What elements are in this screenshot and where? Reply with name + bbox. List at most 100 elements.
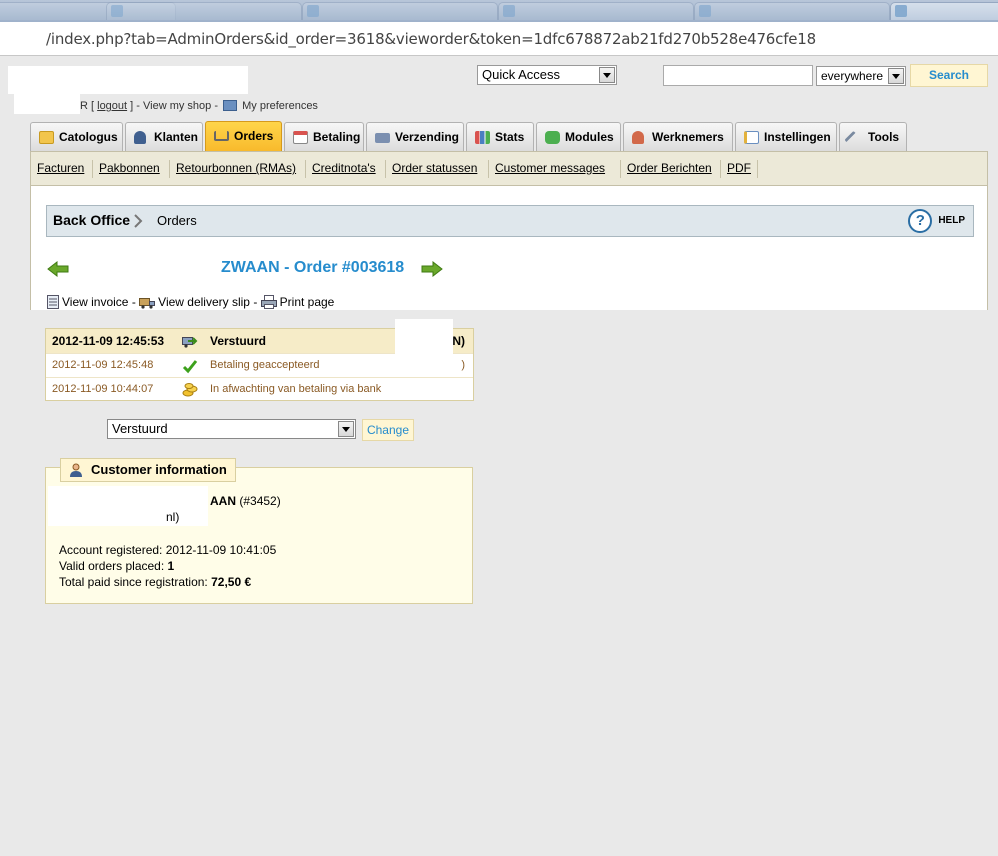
history-employee: N) <box>452 334 465 348</box>
subtab-retourbonnen[interactable]: Retourbonnen (RMAs) <box>176 161 296 175</box>
puzzle-icon <box>545 131 560 144</box>
address-bar[interactable]: /index.php?tab=AdminOrders&id_order=3618… <box>0 22 998 56</box>
history-state: In afwachting van betaling via bank <box>210 383 382 395</box>
customer-information-box: Customer information AAN (#3452) nl) Acc… <box>45 458 473 604</box>
subtab-order-statussen[interactable]: Order statussen <box>392 161 477 175</box>
change-status-button[interactable]: Change <box>362 419 414 441</box>
order-status-select[interactable]: Verstuurd <box>107 419 356 439</box>
check-icon <box>182 360 198 374</box>
browser-tab[interactable] <box>694 2 890 20</box>
tab-klanten[interactable]: Klanten <box>125 122 203 151</box>
browser-tab[interactable] <box>302 2 498 20</box>
user-name-tail: R <box>80 100 88 112</box>
tab-label: Stats <box>495 130 525 144</box>
subtab-order-berichten[interactable]: Order Berichten <box>627 161 712 175</box>
truck-icon <box>182 337 198 348</box>
customer-email: nl) <box>166 510 180 524</box>
admin-page: R [ logout ] - View my shop - My prefere… <box>0 57 998 856</box>
tab-label: Catologus <box>59 130 118 144</box>
divider <box>488 160 489 178</box>
help-label: HELP <box>938 215 965 226</box>
help-icon: ? <box>908 209 933 233</box>
preferences-link[interactable]: My preferences <box>242 100 318 112</box>
help-button[interactable]: ? HELP <box>908 209 965 233</box>
tab-label: Tools <box>868 130 900 144</box>
favicon-icon <box>111 5 123 17</box>
next-order-arrow-icon[interactable] <box>421 261 443 277</box>
total-paid-line: Total paid since registration: 72,50 € <box>59 575 251 589</box>
wrench-icon <box>844 130 858 145</box>
invoice-icon <box>47 295 59 309</box>
valid-orders-label: Valid orders placed: <box>59 559 165 573</box>
tab-verzending[interactable]: Verzending <box>366 122 464 151</box>
logout-link[interactable]: logout <box>97 100 127 112</box>
order-status-value: Verstuurd <box>112 421 168 436</box>
tab-betaling[interactable]: Betaling <box>284 122 364 151</box>
view-invoice-link[interactable]: View invoice <box>62 295 128 309</box>
delivery-truck-icon <box>139 298 156 309</box>
payment-icon <box>293 131 308 144</box>
preferences-icon <box>223 100 238 111</box>
breadcrumb: Back Office Orders ? HELP <box>46 205 974 237</box>
printer-icon <box>260 295 277 309</box>
main-tabs: Catologus Klanten Orders Betaling Verzen… <box>30 121 988 152</box>
view-shop-link[interactable]: View my shop <box>143 100 211 112</box>
quick-access-value: Quick Access <box>482 67 561 82</box>
favicon-icon <box>895 5 907 17</box>
tab-catologus[interactable]: Catologus <box>30 122 123 151</box>
chevron-down-icon[interactable] <box>599 67 615 83</box>
tab-stats[interactable]: Stats <box>466 122 534 151</box>
redacted-shop-header <box>8 66 248 94</box>
print-page-link[interactable]: Print page <box>280 295 335 309</box>
tab-orders[interactable]: Orders <box>205 121 282 152</box>
search-scope-value: everywhere <box>821 69 884 83</box>
favicon-icon <box>503 5 515 17</box>
subtab-customer-messages[interactable]: Customer messages <box>495 161 605 175</box>
folder-icon <box>39 131 54 144</box>
divider <box>305 160 306 178</box>
divider <box>757 160 758 178</box>
subtab-facturen[interactable]: Facturen <box>37 161 84 175</box>
search-scope-select[interactable]: everywhere <box>816 66 906 86</box>
tab-werknemers[interactable]: Werknemers <box>623 122 733 151</box>
divider <box>620 160 621 178</box>
tab-modules[interactable]: Modules <box>536 122 621 151</box>
subtab-pakbonnen[interactable]: Pakbonnen <box>99 161 160 175</box>
browser-tab[interactable] <box>498 2 694 20</box>
history-employee: ) <box>461 359 465 371</box>
chevron-down-icon[interactable] <box>338 421 354 437</box>
divider <box>720 160 721 178</box>
customer-name[interactable]: AAN (#3452) <box>210 494 281 508</box>
history-state: Verstuurd <box>210 334 267 348</box>
breadcrumb-back-office[interactable]: Back Office <box>53 212 130 228</box>
truck-icon <box>375 133 390 143</box>
browser-tab-active[interactable] <box>890 2 998 20</box>
order-title: ZWAAN - Order #003618 <box>221 259 405 276</box>
address-url[interactable]: /index.php?tab=AdminOrders&id_order=3618… <box>46 30 816 48</box>
customer-info-title: Customer information <box>91 462 227 477</box>
chart-icon <box>475 131 490 144</box>
tab-tools[interactable]: Tools <box>839 122 907 151</box>
divider <box>385 160 386 178</box>
favicon-icon <box>307 5 319 17</box>
subtab-pdf[interactable]: PDF <box>727 161 751 175</box>
search-button[interactable]: Search <box>910 64 988 87</box>
tab-label: Werknemers <box>652 130 724 144</box>
previous-order-arrow-icon[interactable] <box>47 261 69 277</box>
tab-label: Orders <box>234 129 274 143</box>
subtab-creditnotas[interactable]: Creditnota's <box>312 161 376 175</box>
chevron-down-icon[interactable] <box>888 68 904 84</box>
browser-tab-strip <box>0 0 998 22</box>
tab-label: Instellingen <box>764 130 831 144</box>
account-registered-label: Account registered: <box>59 543 163 557</box>
tab-instellingen[interactable]: Instellingen <box>735 122 837 151</box>
browser-tab[interactable] <box>106 2 302 20</box>
tab-label: Betaling <box>313 130 361 144</box>
quick-access-select[interactable]: Quick Access <box>477 65 617 85</box>
redacted-user-name <box>14 94 80 114</box>
redacted-employee-name <box>395 319 453 373</box>
account-registered-line: Account registered: 2012-11-09 10:41:05 <box>59 543 276 557</box>
valid-orders-line: Valid orders placed: 1 <box>59 559 174 573</box>
view-delivery-slip-link[interactable]: View delivery slip <box>158 295 250 309</box>
search-input[interactable] <box>663 65 813 86</box>
